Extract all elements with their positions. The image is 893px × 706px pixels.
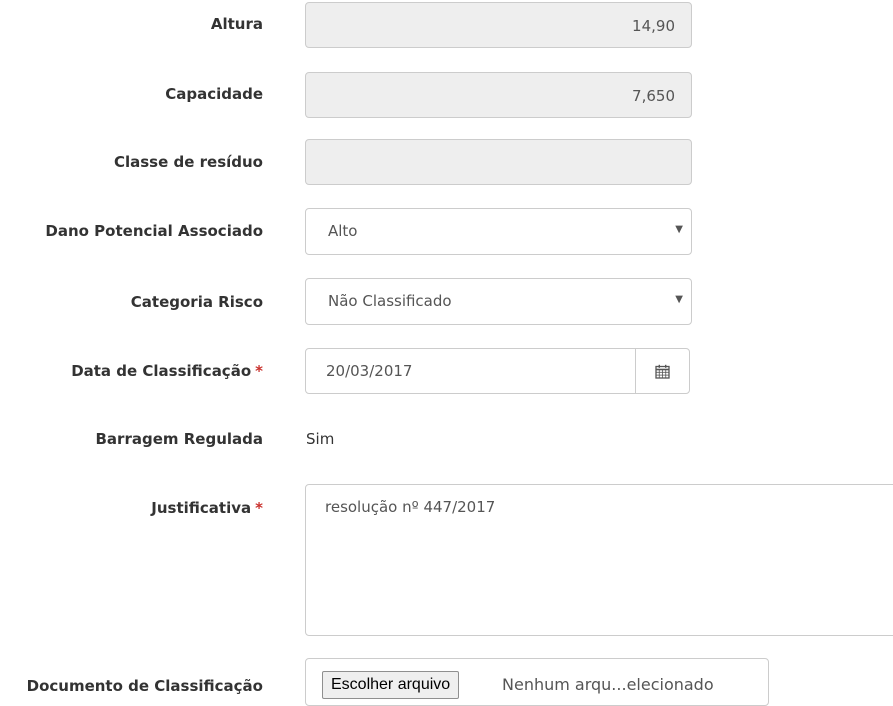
justificativa-label-text: Justificativa bbox=[151, 499, 252, 517]
dano-potencial-select[interactable]: Alto ▼ bbox=[305, 208, 692, 255]
barragem-regulada-value: Sim bbox=[306, 430, 335, 448]
date-picker-button[interactable] bbox=[635, 349, 689, 393]
justificativa-textarea[interactable]: resolução nº 447/2017 bbox=[305, 484, 893, 636]
categoria-risco-select[interactable]: Não Classificado ▼ bbox=[305, 278, 692, 325]
justificativa-value: resolução nº 447/2017 bbox=[325, 498, 496, 516]
altura-value: 14,90 bbox=[632, 17, 675, 35]
file-status-text: Nenhum arqu...elecionado bbox=[502, 675, 714, 694]
data-classificacao-value: 20/03/2017 bbox=[326, 362, 413, 380]
altura-field[interactable]: 14,90 bbox=[305, 2, 692, 48]
classe-residuo-field[interactable] bbox=[305, 139, 692, 185]
capacidade-label: Capacidade bbox=[165, 85, 263, 103]
documento-label: Documento de Classificação bbox=[26, 677, 263, 695]
data-classificacao-label-text: Data de Classificação bbox=[71, 362, 252, 380]
data-classificacao-field[interactable]: 20/03/2017 bbox=[305, 348, 690, 394]
altura-label: Altura bbox=[210, 15, 263, 33]
categoria-risco-value: Não Classificado bbox=[328, 292, 452, 310]
choose-file-button[interactable]: Escolher arquivo bbox=[322, 671, 460, 699]
calendar-icon bbox=[655, 364, 670, 379]
dano-potencial-label: Dano Potencial Associado bbox=[45, 222, 263, 240]
capacidade-field[interactable]: 7,650 bbox=[305, 72, 692, 118]
chevron-down-icon: ▼ bbox=[675, 224, 683, 235]
barragem-regulada-label: Barragem Regulada bbox=[95, 430, 264, 448]
justificativa-label: Justificativa * bbox=[151, 498, 263, 518]
capacidade-value: 7,650 bbox=[632, 87, 675, 105]
categoria-risco-label: Categoria Risco bbox=[130, 293, 263, 311]
chevron-down-icon: ▼ bbox=[675, 294, 683, 305]
required-mark: * bbox=[255, 362, 263, 380]
classe-residuo-label: Classe de resíduo bbox=[113, 153, 263, 171]
dano-potencial-value: Alto bbox=[328, 222, 358, 240]
required-mark: * bbox=[255, 499, 263, 517]
data-classificacao-label: Data de Classificação * bbox=[71, 361, 263, 381]
